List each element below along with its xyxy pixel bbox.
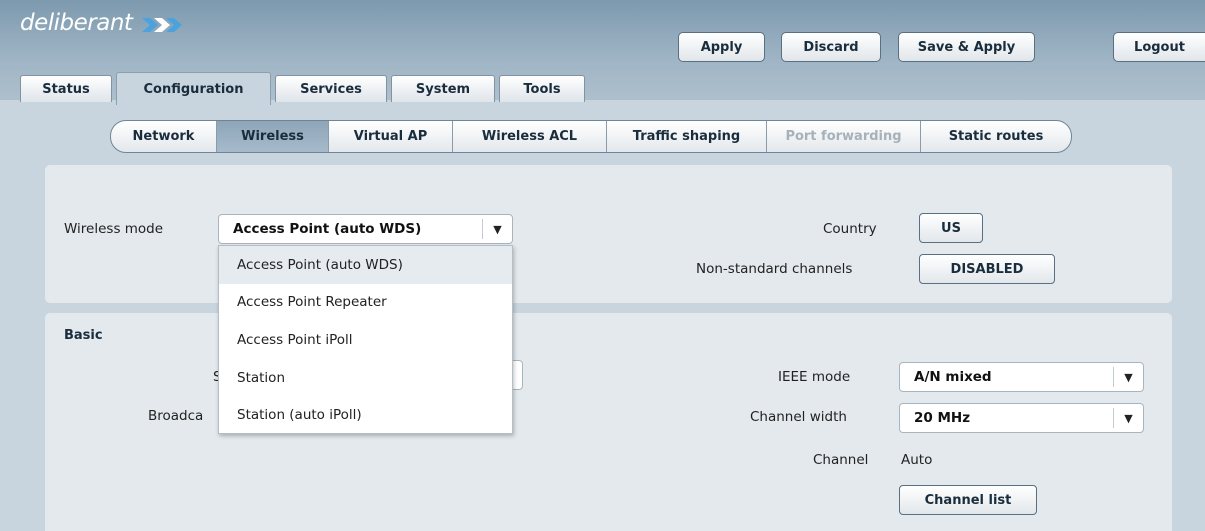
chevron-down-icon[interactable]: ▼ — [482, 219, 512, 239]
subtab-static-routes[interactable]: Static routes — [921, 121, 1071, 152]
channel-value: Auto — [901, 452, 933, 468]
tab-tools[interactable]: Tools — [499, 75, 585, 102]
ieee-mode-value: A/N mixed — [914, 369, 992, 385]
subtab-virtual-ap[interactable]: Virtual AP — [329, 121, 453, 152]
channel-width-label: Channel width — [750, 409, 847, 425]
country-label: Country — [823, 221, 877, 237]
tab-status[interactable]: Status — [20, 75, 112, 102]
tab-system[interactable]: System — [391, 75, 495, 102]
tab-services[interactable]: Services — [275, 75, 387, 102]
basic-panel: Basic S Broadca IEEE mode A/N mixed ▼ Ch… — [45, 313, 1172, 531]
wireless-mode-label: Wireless mode — [64, 221, 164, 237]
non-standard-channels-button[interactable]: DISABLED — [919, 254, 1055, 284]
dropdown-option[interactable]: Access Point iPoll — [219, 321, 512, 359]
subtab-traffic-shaping[interactable]: Traffic shaping — [607, 121, 767, 152]
wireless-mode-value: Access Point (auto WDS) — [233, 221, 422, 237]
wireless-mode-select[interactable]: Access Point (auto WDS) ▼ — [218, 214, 513, 244]
logo-arrows-icon — [142, 18, 182, 32]
chevron-down-icon[interactable]: ▼ — [1113, 408, 1143, 428]
wireless-mode-panel: Wireless mode Access Point (auto WDS) ▼ … — [45, 165, 1172, 303]
subtab-port-forwarding: Port forwarding — [767, 121, 921, 152]
dropdown-option[interactable]: Station — [219, 359, 512, 397]
subtab-wireless-acl[interactable]: Wireless ACL — [453, 121, 607, 152]
sub-tab-bar: Network Wireless Virtual AP Wireless ACL… — [110, 120, 1072, 153]
ieee-mode-select[interactable]: A/N mixed ▼ — [899, 362, 1144, 392]
discard-button[interactable]: Discard — [781, 32, 881, 62]
dropdown-option[interactable]: Access Point Repeater — [219, 284, 512, 322]
subtab-network[interactable]: Network — [111, 121, 217, 152]
dropdown-option[interactable]: Access Point (auto WDS) — [219, 246, 512, 284]
basic-section-title: Basic — [64, 328, 103, 343]
save-apply-button[interactable]: Save & Apply — [898, 32, 1035, 62]
broadcast-label-partial: Broadca — [148, 408, 204, 424]
apply-button[interactable]: Apply — [678, 32, 765, 62]
country-button[interactable]: US — [919, 213, 983, 243]
tab-configuration[interactable]: Configuration — [116, 72, 271, 105]
channel-label: Channel — [813, 452, 869, 468]
channel-width-value: 20 MHz — [914, 410, 971, 426]
brand-logo: deliberant — [20, 10, 133, 36]
dropdown-option[interactable]: Station (auto iPoll) — [219, 396, 512, 434]
channel-width-select[interactable]: 20 MHz ▼ — [899, 403, 1144, 433]
non-standard-channels-label: Non-standard channels — [696, 261, 853, 277]
chevron-down-icon[interactable]: ▼ — [1113, 367, 1143, 387]
ieee-mode-label: IEEE mode — [778, 369, 851, 385]
logout-button[interactable]: Logout — [1113, 32, 1205, 62]
channel-list-button[interactable]: Channel list — [899, 485, 1037, 515]
wireless-mode-dropdown: Access Point (auto WDS) Access Point Rep… — [218, 245, 513, 434]
subtab-wireless[interactable]: Wireless — [217, 121, 329, 152]
